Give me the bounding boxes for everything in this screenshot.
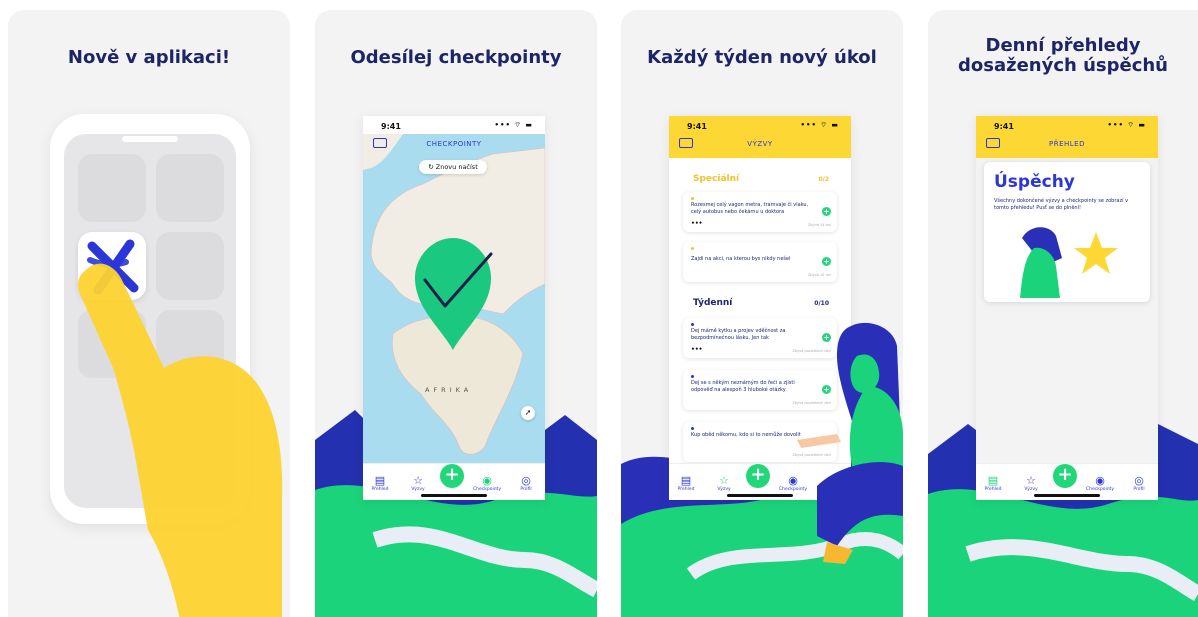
home-indicator [421, 494, 487, 497]
status-bar: 9:41 ••• ⌔ ▬ [976, 116, 1158, 134]
add-button[interactable]: + [440, 464, 464, 488]
task-text: Zajdi na akci, na kterou bys nikdy nešel [691, 256, 791, 262]
status-icons: ••• ⌔ ▬ [800, 121, 839, 129]
add-button[interactable]: + [746, 464, 770, 488]
list-icon: ▤ [374, 474, 386, 487]
promo-card-new: Nově v aplikaci! [8, 10, 290, 617]
add-task-icon[interactable]: + [822, 207, 831, 216]
tab-label: Přehled [984, 487, 1002, 492]
nav-title: VÝZVY [747, 140, 773, 148]
more-icon[interactable]: ••• [691, 346, 703, 353]
task-card[interactable]: Rozesmej celý vagon metra, tramvaje či v… [683, 192, 837, 232]
tab-label: Profil [1133, 487, 1145, 492]
status-icons: ••• ⌔ ▬ [494, 121, 533, 129]
star-trophy-icon [1020, 227, 1118, 298]
card-title-line: dosažených úspěchů [957, 55, 1168, 76]
achievements-description: Všechny dokončené výzvy a checkpointy se… [994, 198, 1129, 211]
status-time: 9:41 [994, 122, 1014, 131]
tab-challenges[interactable]: ☆ Výzvy [403, 474, 433, 493]
sitting-woman-illustration [797, 322, 903, 564]
card-title-line: Denní přehledy [985, 35, 1141, 56]
section-count-special: 0/2 [818, 176, 829, 183]
task-dot [691, 247, 694, 250]
promo-card-checkpoints: Odesílej checkpointy AFRIKA ➚ 9:41 ••• ⌔… [315, 10, 597, 617]
phone-notch [122, 136, 178, 142]
list-icon: ▤ [680, 474, 692, 487]
tab-label: Checkpointy [473, 487, 501, 492]
pointing-hand-illustration [78, 263, 283, 617]
task-remaining: Zbývá 14 dní [808, 273, 831, 277]
pin-icon: ◉ [1095, 474, 1105, 487]
phone-checkpoints: AFRIKA ➚ 9:41 ••• ⌔ ▬ CHECKPOINTY ↻ Znov… [363, 116, 545, 500]
task-dot [691, 427, 694, 430]
more-icon[interactable]: ••• [691, 220, 703, 227]
status-icons: ••• ⌔ ▬ [1107, 121, 1146, 129]
task-text: Dej mámě kytku a projev vděčnost za bezp… [691, 328, 786, 341]
add-button[interactable]: + [1053, 464, 1077, 488]
task-remaining: Zbývá 14 dní [808, 223, 831, 227]
task-card[interactable]: Zajdi na akci, na kterou bys nikdy nešel… [683, 242, 837, 282]
tab-label: Výzvy [717, 487, 731, 492]
card-title: Odesílej checkpointy [350, 47, 562, 68]
tab-label: Checkpointy [1086, 487, 1114, 492]
tab-challenges[interactable]: ☆ Výzvy [709, 474, 739, 493]
tab-profile[interactable]: ◎Profil [1124, 474, 1154, 493]
section-title-special: Speciální [693, 174, 740, 184]
checkmark-pin-icon[interactable] [411, 236, 495, 352]
list-icon: ▤ [987, 474, 999, 487]
tab-label: Přehled [677, 487, 695, 492]
achievements-title: Úspěchy [994, 172, 1075, 192]
nav-title: CHECKPOINTY [426, 140, 482, 148]
tab-label: Profil [520, 487, 532, 492]
achievements-card: Úspěchy Všechny dokončené výzvy a checkp… [984, 162, 1150, 302]
tab-checkpoints[interactable]: ◉ Checkpointy [1082, 474, 1118, 493]
status-bar: 9:41 ••• ⌔ ▬ [669, 116, 851, 134]
tab-label: Výzvy [411, 487, 425, 492]
task-text: Kup oběd někomu, kdo si to nemůže dovoli… [691, 432, 801, 438]
status-bar: 9:41 ••• ⌔ ▬ [363, 116, 545, 134]
tab-checkpoints[interactable]: ◉ Checkpointy [469, 474, 505, 493]
promo-card-weekly: Každý týden nový úkol 9:41 ••• ⌔ ▬ VÝZVY… [621, 10, 903, 617]
status-time: 9:41 [381, 122, 401, 131]
star-icon: ☆ [413, 474, 423, 487]
tab-profile[interactable]: ◎Profil [511, 474, 541, 493]
task-text: Dej se s někým neznámým do řeči a zjisti… [691, 380, 795, 393]
map-view[interactable]: AFRIKA ➚ [363, 134, 545, 464]
home-indicator [727, 494, 793, 497]
home-indicator [1034, 494, 1100, 497]
task-dot [691, 375, 694, 378]
card-title: Nově v aplikaci! [67, 47, 231, 68]
section-count-weekly: 0/10 [814, 300, 829, 307]
map-label-africa: AFRIKA [425, 386, 473, 394]
compass-icon[interactable]: ➚ [521, 406, 535, 420]
star-icon: ☆ [719, 474, 729, 487]
phone-overview: 9:41 ••• ⌔ ▬ PŘEHLED Úspěchy Všechny dok… [976, 116, 1158, 500]
profile-icon: ◎ [521, 474, 531, 487]
nav-title: PŘEHLED [1049, 140, 1085, 148]
star-icon: ☆ [1026, 474, 1036, 487]
app-tile [78, 154, 146, 222]
section-title-weekly: Týdenní [693, 298, 733, 308]
tab-challenges[interactable]: ☆ Výzvy [1016, 474, 1046, 493]
promo-card-overview: Denní přehledy dosažených úspěchů 9:41 •… [928, 10, 1198, 617]
add-task-icon[interactable]: + [822, 257, 831, 266]
reload-button[interactable]: ↻ Znovu načíst [419, 160, 487, 174]
pin-icon: ◉ [482, 474, 492, 487]
card-title: Denní přehledy dosažených úspěchů [928, 36, 1198, 76]
app-tile [156, 154, 224, 222]
profile-icon: ◎ [1134, 474, 1144, 487]
card-title: Každý týden nový úkol [647, 47, 877, 68]
task-dot [691, 323, 694, 326]
status-time: 9:41 [687, 122, 707, 131]
tab-overview[interactable]: ▤ Přehled [978, 474, 1008, 493]
task-text: Rozesmej celý vagon metra, tramvaje či v… [691, 202, 809, 215]
tab-label: Výzvy [1024, 487, 1038, 492]
tab-overview[interactable]: ▤ Přehled [365, 474, 395, 493]
tab-label: Přehled [371, 487, 389, 492]
task-dot [691, 197, 694, 200]
tab-overview[interactable]: ▤ Přehled [671, 474, 701, 493]
